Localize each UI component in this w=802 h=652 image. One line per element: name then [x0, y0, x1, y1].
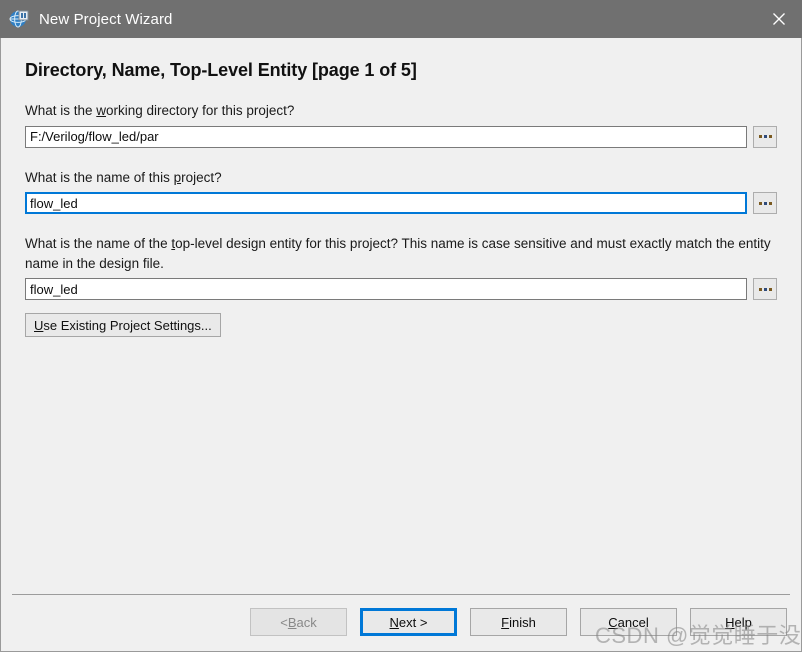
- footer-separator: [12, 594, 790, 595]
- new-project-wizard-dialog: New Project Wizard Directory, Name, Top-…: [0, 0, 802, 652]
- titlebar: New Project Wizard: [0, 0, 802, 38]
- working-directory-label: What is the working directory for this p…: [25, 101, 777, 121]
- working-directory-input[interactable]: [25, 125, 747, 148]
- top-level-entity-input[interactable]: [25, 278, 747, 301]
- button-label-after: ext >: [398, 614, 428, 630]
- button-label-before: <: [280, 614, 288, 630]
- button-accel-key: C: [608, 614, 618, 630]
- button-label-after: ancel: [617, 614, 649, 630]
- help-button[interactable]: Help: [690, 608, 787, 636]
- ellipsis-dot-3: [768, 135, 772, 139]
- label-part-before: What is the: [25, 103, 97, 118]
- wizard-navigation-buttons: < Back Next > Finish Cancel Help: [250, 608, 787, 636]
- button-label-after: ack: [296, 614, 317, 630]
- button-accel-key: N: [389, 614, 399, 630]
- ellipsis-dot-2: [763, 287, 767, 291]
- finish-button[interactable]: Finish: [470, 608, 567, 636]
- label-part-before: What is the name of the: [25, 236, 172, 252]
- button-label-after: elp: [734, 614, 752, 630]
- ellipsis-dot-1: [758, 135, 762, 139]
- top-level-entity-label: What is the name of the top-level design…: [25, 234, 777, 273]
- button-label-rest: se Existing Project Settings...: [43, 317, 212, 333]
- window-title: New Project Wizard: [39, 10, 173, 28]
- button-label-after: inish: [509, 614, 536, 630]
- ellipsis-dot-3: [768, 201, 772, 205]
- dialog-content: Directory, Name, Top-Level Entity [page …: [1, 38, 801, 585]
- label-part-before: What is the name of this: [25, 169, 174, 185]
- button-accel-key: U: [34, 317, 44, 333]
- project-name-input[interactable]: [25, 192, 747, 215]
- next-button[interactable]: Next >: [360, 608, 457, 636]
- top-level-entity-row: [25, 278, 777, 301]
- label-part-after: orking directory for this project?: [106, 103, 295, 118]
- quartus-globe-icon: [9, 8, 31, 30]
- ellipsis-dot-2: [763, 201, 767, 205]
- project-name-row: [25, 192, 777, 215]
- back-button[interactable]: < Back: [250, 608, 347, 636]
- button-accel-key: B: [287, 614, 297, 630]
- ellipsis-dot-2: [763, 135, 767, 139]
- top-level-entity-browse-button[interactable]: [753, 278, 777, 301]
- button-accel-key: H: [725, 614, 735, 630]
- button-accel-key: F: [501, 614, 510, 630]
- label-part-after: roject?: [181, 169, 222, 185]
- cancel-button[interactable]: Cancel: [580, 608, 677, 636]
- working-directory-browse-button[interactable]: [753, 125, 777, 148]
- dialog-footer: < Back Next > Finish Cancel Help: [1, 585, 801, 651]
- project-name-browse-button[interactable]: [753, 192, 777, 215]
- label-accel-key: p: [173, 169, 182, 185]
- project-name-label: What is the name of this project?: [25, 168, 777, 188]
- ellipsis-dot-3: [768, 287, 772, 291]
- page-title: Directory, Name, Top-Level Entity [page …: [25, 60, 417, 80]
- use-existing-project-settings-button[interactable]: Use Existing Project Settings...: [25, 313, 221, 338]
- ellipsis-dot-1: [758, 287, 762, 291]
- label-accel-key: w: [96, 103, 107, 118]
- ellipsis-dot-1: [758, 201, 762, 205]
- close-icon[interactable]: [756, 0, 802, 38]
- working-directory-row: [25, 125, 777, 148]
